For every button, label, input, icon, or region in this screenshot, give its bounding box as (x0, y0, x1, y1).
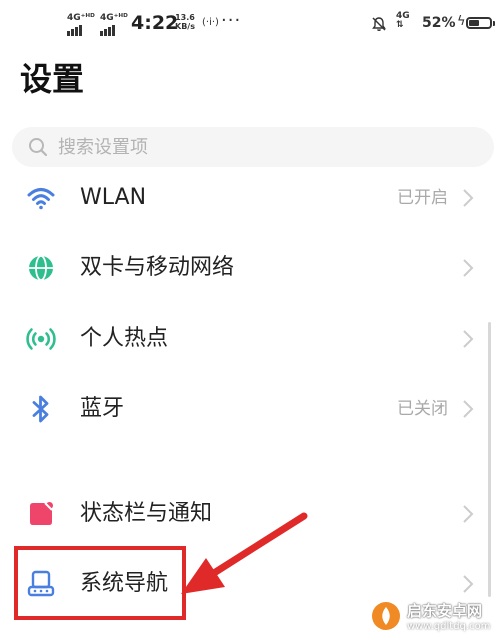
sim1-network-label: 4G⁺ᴴᴰ (67, 13, 95, 23)
watermark-logo-icon (372, 602, 400, 630)
chevron-right-icon (462, 329, 474, 353)
sim1-signal: 4G⁺ᴴᴰ (67, 14, 95, 36)
settings-item-label: 个人热点 (80, 326, 169, 351)
battery-level-fill (469, 20, 480, 26)
scrollbar[interactable] (488, 322, 491, 597)
settings-item-label: 双卡与移动网络 (80, 255, 235, 280)
hotspot-icon (26, 324, 56, 354)
settings-item-personal-hotspot[interactable]: 个人热点 (0, 309, 500, 369)
battery-nub (493, 21, 495, 26)
chevron-right-icon (462, 504, 474, 528)
globe-icon (26, 253, 56, 283)
sim2-signal: 4G⁺ᴴᴰ (100, 14, 128, 36)
search-icon (27, 136, 49, 162)
settings-item-label: 蓝牙 (80, 396, 125, 421)
hotspot-status-icon: (·i·) (202, 17, 219, 28)
settings-item-bluetooth[interactable]: 蓝牙 已关闭 (0, 379, 500, 439)
settings-item-status: 已开启 (397, 188, 448, 208)
notification-icon (26, 499, 56, 529)
chevron-right-icon (462, 188, 474, 212)
watermark-url: www.qdltdq.com (407, 621, 491, 632)
search-input[interactable] (58, 127, 458, 167)
battery-percentage: 52% (422, 15, 456, 31)
clock: 4:22 (131, 12, 179, 34)
network-speed-unit: KB/s (175, 22, 195, 31)
highlight-box (14, 546, 186, 620)
chevron-right-icon (462, 399, 474, 423)
more-notifications-icon: ··· (221, 10, 242, 31)
watermark-text: 启东安卓网 www.qdltdq.com (407, 600, 490, 632)
network-speed-value: 13.6 (175, 13, 195, 22)
settings-item-wlan[interactable]: WLAN 已开启 (0, 168, 500, 228)
settings-item-status: 已关闭 (397, 399, 448, 419)
charging-icon: ϟ (457, 14, 466, 29)
bell-mute-icon (371, 16, 387, 36)
bluetooth-icon (26, 394, 56, 424)
watermark: 启东安卓网 www.qdltdq.com (371, 600, 490, 632)
battery-icon (466, 17, 495, 29)
status-bar: 4G⁺ᴴᴰ 4G⁺ᴴᴰ 4:22 13.6 KB/s (·i·) ··· 4G … (0, 0, 500, 46)
settings-item-label: 状态栏与通知 (80, 501, 213, 526)
settings-item-dual-sim-network[interactable]: 双卡与移动网络 (0, 238, 500, 298)
sim2-network-label: 4G⁺ᴴᴰ (100, 13, 128, 23)
mobile-data-indicator: 4G ⇅ (396, 12, 410, 30)
sim2-signal-bars-icon (100, 25, 115, 36)
search-bar[interactable] (12, 127, 494, 167)
data-arrows-icon: ⇅ (396, 20, 404, 30)
network-speed: 13.6 KB/s (175, 13, 195, 31)
watermark-title: 启东安卓网 (407, 602, 483, 620)
settings-item-status-bar-notifications[interactable]: 状态栏与通知 (0, 484, 500, 544)
wifi-icon (26, 183, 56, 213)
chevron-right-icon (462, 258, 474, 282)
page-title: 设置 (20, 60, 85, 98)
sim1-signal-bars-icon (67, 25, 82, 36)
chevron-right-icon (462, 574, 474, 598)
settings-item-label: WLAN (80, 185, 147, 210)
